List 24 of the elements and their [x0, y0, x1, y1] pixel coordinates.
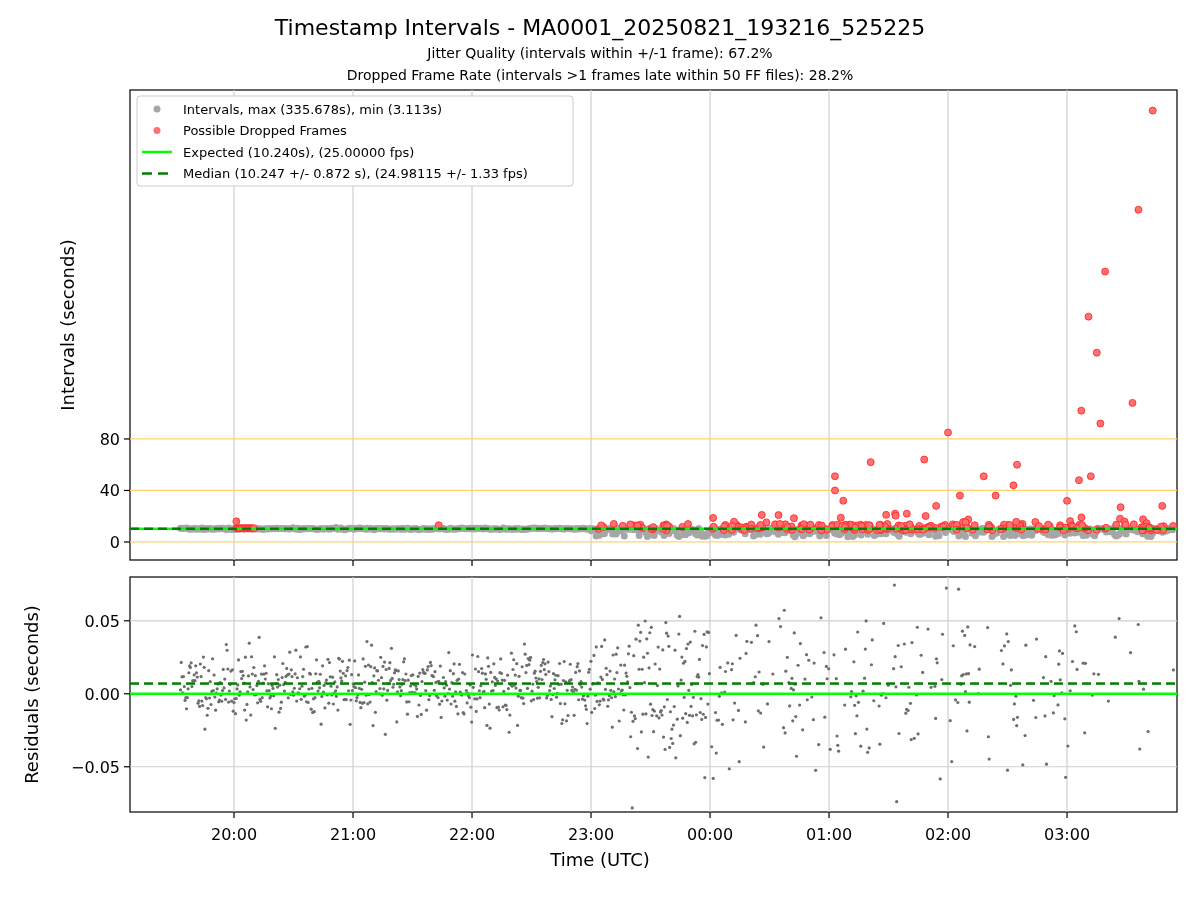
- legend-label: Intervals, max (335.678s), min (3.113s): [183, 101, 442, 117]
- x-tick-label: 22:00: [448, 825, 496, 844]
- y-tick-label: 80: [99, 429, 120, 449]
- y-tick-label: 40: [99, 481, 120, 501]
- chart-subtitle: Dropped Frame Rate (intervals >1 frames late within 50 FF files): 28.2%: [346, 66, 854, 85]
- y-tick-label: −0.05: [70, 757, 120, 777]
- x-tick-label: 03:00: [1044, 825, 1091, 844]
- legend-label: Expected (10.240s), (25.00000 fps): [183, 144, 415, 160]
- chart-subtitle: Jitter Quality (intervals within +/-1 frame): 67.2%: [427, 44, 773, 63]
- legend-label: Possible Dropped Frames: [183, 123, 347, 138]
- x-tick-label: 00:00: [686, 825, 734, 844]
- y-tick-label: 0.00: [84, 684, 120, 704]
- legend-label: Median (10.247 +/- 0.872 s), (24.98115 +/- 1.33 fps): [183, 166, 528, 181]
- y-axis-label: Intervals (seconds): [57, 239, 78, 411]
- x-tick-label: 20:00: [210, 825, 258, 844]
- x-tick-label: 02:00: [925, 825, 972, 844]
- x-tick-label: 01:00: [806, 825, 853, 844]
- y-tick-label: 0.05: [84, 611, 120, 631]
- x-axis-label: Time (UTC): [550, 848, 650, 872]
- y-tick-label: 0: [109, 532, 120, 552]
- chart-title: Timestamp Intervals - MA0001_20250821_193216_525225: [274, 14, 926, 42]
- x-tick-label: 23:00: [567, 825, 615, 844]
- y-axis-label: Residuals (seconds): [21, 605, 42, 784]
- x-tick-label: 21:00: [329, 825, 377, 844]
